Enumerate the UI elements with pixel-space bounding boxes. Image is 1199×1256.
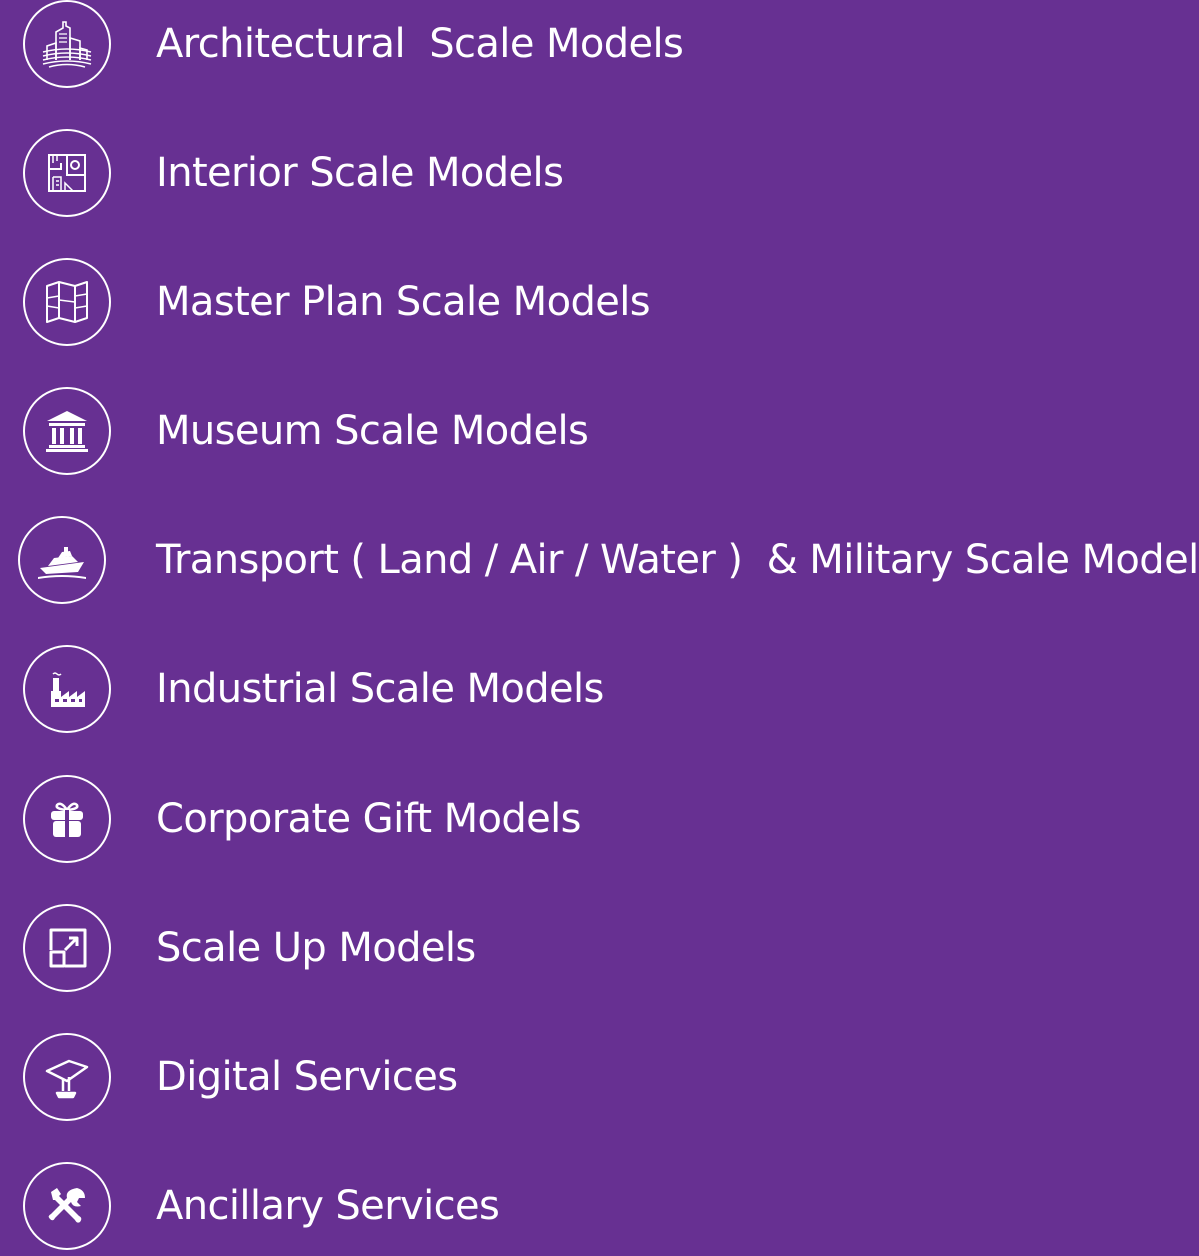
service-item-scale-up[interactable]: Scale Up Models bbox=[0, 898, 1199, 998]
service-item-transport[interactable]: Transport ( Land / Air / Water ) & Milit… bbox=[0, 510, 1199, 610]
service-item-architectural[interactable]: Architectural Scale Models bbox=[0, 0, 1199, 94]
skyscraper-icon bbox=[23, 0, 111, 88]
service-item-master-plan[interactable]: Master Plan Scale Models bbox=[0, 252, 1199, 352]
service-label: Corporate Gift Models bbox=[156, 796, 582, 842]
digital-kiosk-icon bbox=[23, 1033, 111, 1121]
museum-building-icon bbox=[23, 387, 111, 475]
service-label: Master Plan Scale Models bbox=[156, 279, 651, 325]
scale-up-arrow-icon bbox=[23, 904, 111, 992]
service-item-corporate-gift[interactable]: Corporate Gift Models bbox=[0, 769, 1199, 869]
factory-icon bbox=[23, 645, 111, 733]
gift-icon bbox=[23, 775, 111, 863]
service-item-industrial[interactable]: Industrial Scale Models bbox=[0, 639, 1199, 739]
service-label: Museum Scale Models bbox=[156, 408, 589, 454]
ship-icon bbox=[18, 516, 106, 604]
service-item-ancillary-services[interactable]: Ancillary Services bbox=[0, 1156, 1199, 1256]
service-item-museum[interactable]: Museum Scale Models bbox=[0, 381, 1199, 481]
tools-icon bbox=[23, 1162, 111, 1250]
folded-map-icon bbox=[23, 258, 111, 346]
service-label: Ancillary Services bbox=[156, 1183, 500, 1229]
service-label: Scale Up Models bbox=[156, 925, 476, 971]
service-label: Industrial Scale Models bbox=[156, 666, 604, 712]
floor-plan-icon bbox=[23, 129, 111, 217]
service-label: Interior Scale Models bbox=[156, 150, 564, 196]
service-item-interior[interactable]: Interior Scale Models bbox=[0, 123, 1199, 223]
service-label: Transport ( Land / Air / Water ) & Milit… bbox=[156, 537, 1199, 583]
service-label: Digital Services bbox=[156, 1054, 458, 1100]
services-list: Architectural Scale Models Interior Scal… bbox=[0, 0, 1199, 1250]
service-item-digital-services[interactable]: Digital Services bbox=[0, 1027, 1199, 1127]
service-label: Architectural Scale Models bbox=[156, 21, 684, 67]
